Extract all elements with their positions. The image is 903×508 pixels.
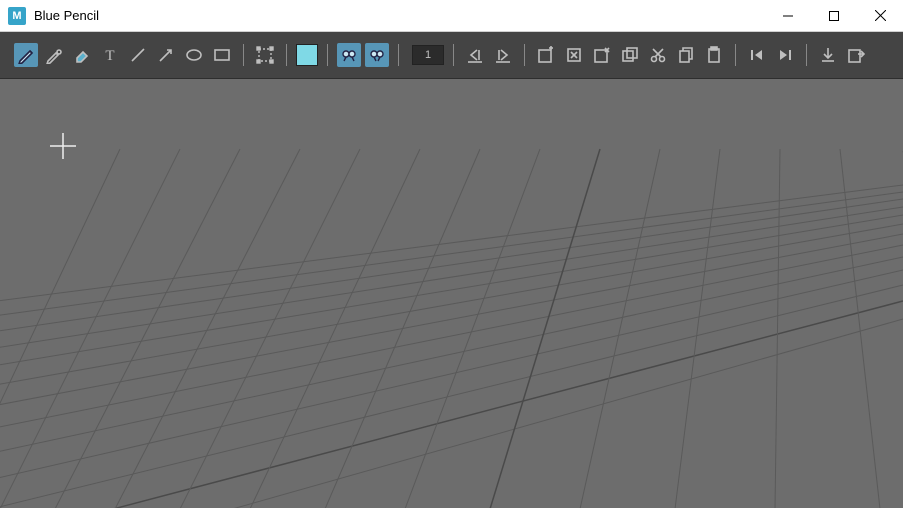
grid-plane bbox=[0, 79, 903, 508]
import-tool[interactable] bbox=[816, 43, 840, 67]
minimize-button[interactable] bbox=[765, 0, 811, 31]
divider bbox=[524, 44, 525, 66]
divider bbox=[327, 44, 328, 66]
divider bbox=[806, 44, 807, 66]
ghost-next-tool[interactable] bbox=[365, 43, 389, 67]
toolbar: T bbox=[0, 32, 903, 79]
titlebar: M Blue Pencil bbox=[0, 0, 903, 32]
ellipse-tool[interactable] bbox=[182, 43, 206, 67]
add-frame-tool[interactable] bbox=[534, 43, 558, 67]
maximize-button[interactable] bbox=[811, 0, 857, 31]
divider bbox=[453, 44, 454, 66]
divider bbox=[286, 44, 287, 66]
rectangle-tool[interactable] bbox=[210, 43, 234, 67]
retime-fwd-tool[interactable] bbox=[491, 43, 515, 67]
pencil-tool[interactable] bbox=[14, 43, 38, 67]
line-tool[interactable] bbox=[126, 43, 150, 67]
app-icon: M bbox=[8, 7, 26, 25]
text-tool[interactable]: T bbox=[98, 43, 122, 67]
divider bbox=[243, 44, 244, 66]
paste-tool[interactable] bbox=[702, 43, 726, 67]
transform-tool[interactable] bbox=[253, 43, 277, 67]
retime-back-tool[interactable] bbox=[463, 43, 487, 67]
copy-tool[interactable] bbox=[674, 43, 698, 67]
window-controls bbox=[765, 0, 903, 31]
delete-frame-tool[interactable] bbox=[562, 43, 586, 67]
frame-input[interactable] bbox=[412, 45, 444, 65]
svg-text:T: T bbox=[105, 48, 114, 64]
divider bbox=[735, 44, 736, 66]
window-title: Blue Pencil bbox=[34, 8, 765, 23]
divider bbox=[398, 44, 399, 66]
step-back-tool[interactable] bbox=[745, 43, 769, 67]
viewport[interactable] bbox=[0, 79, 903, 508]
ghost-prev-tool[interactable] bbox=[337, 43, 361, 67]
arrow-tool[interactable] bbox=[154, 43, 178, 67]
close-button[interactable] bbox=[857, 0, 903, 31]
eraser-tool[interactable] bbox=[70, 43, 94, 67]
cut-tool[interactable] bbox=[646, 43, 670, 67]
export-tool[interactable] bbox=[844, 43, 868, 67]
clear-frame-tool[interactable] bbox=[590, 43, 614, 67]
brush-tool[interactable] bbox=[42, 43, 66, 67]
color-swatch[interactable] bbox=[296, 44, 318, 66]
step-fwd-tool[interactable] bbox=[773, 43, 797, 67]
duplicate-frame-tool[interactable] bbox=[618, 43, 642, 67]
